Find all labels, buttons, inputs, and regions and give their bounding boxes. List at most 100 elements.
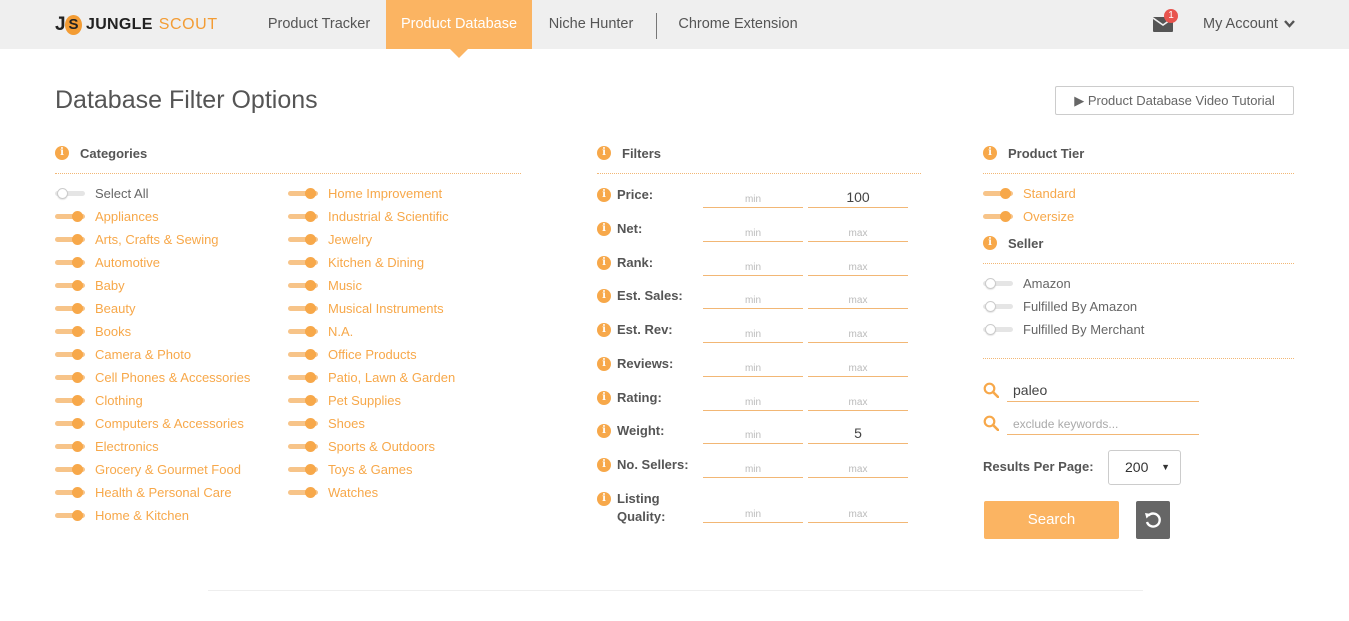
toggle-switch[interactable] [288,303,318,314]
filter-min-input[interactable] [703,389,803,411]
info-icon[interactable]: i [597,458,611,472]
toggle-switch[interactable] [983,278,1013,289]
video-tutorial-button[interactable]: ▶ Product Database Video Tutorial [1055,86,1294,115]
info-icon[interactable]: i [597,222,611,236]
search-button[interactable]: Search [984,501,1119,539]
filter-label: Weight: [617,423,665,438]
results-per-page-select[interactable]: 200 ▼ [1108,450,1181,485]
toggle-label: Sports & Outdoors [328,439,435,454]
info-icon[interactable]: i [983,236,997,250]
toggle-label: Grocery & Gourmet Food [95,462,241,477]
toggle-switch[interactable] [55,280,85,291]
filter-max-input[interactable] [808,220,908,242]
info-icon[interactable]: i [597,391,611,405]
divider [983,358,1294,359]
toggle-switch[interactable] [288,257,318,268]
filter-max-input[interactable] [808,355,908,377]
jungle-scout-logo[interactable]: J S JUNGLE SCOUT [55,14,218,36]
toggle-switch[interactable] [55,303,85,314]
filter-max-input[interactable] [808,287,908,309]
filter-min-input[interactable] [703,355,803,377]
toggle-label: Baby [95,278,125,293]
toggle-switch[interactable] [983,211,1013,222]
toggle-switch[interactable] [55,395,85,406]
filter-min-input[interactable] [703,456,803,478]
toggle-switch[interactable] [55,234,85,245]
nav-niche-hunter[interactable]: Niche Hunter [532,0,650,49]
toggle-switch[interactable] [55,441,85,452]
nav-chrome-extension[interactable]: Chrome Extension [664,0,812,49]
toggle-switch[interactable] [288,326,318,337]
info-icon[interactable]: i [597,256,611,270]
toggle-switch[interactable] [288,464,318,475]
nav-product-database[interactable]: Product Database [386,0,532,58]
toggle-switch[interactable] [288,418,318,429]
notification-badge[interactable]: 1 [1164,9,1178,23]
toggle-switch[interactable] [55,326,85,337]
toggle-switch[interactable] [288,349,318,360]
toggle-switch[interactable] [55,464,85,475]
toggle-switch[interactable] [55,349,85,360]
toggle-switch[interactable] [288,395,318,406]
info-icon[interactable]: i [983,146,997,160]
toggle-switch[interactable] [288,211,318,222]
exclude-keywords-input[interactable] [1007,411,1199,435]
info-icon[interactable]: i [597,357,611,371]
filter-max-input[interactable] [808,501,908,523]
filter-min-input[interactable] [703,501,803,523]
reset-button[interactable] [1136,501,1170,539]
toggle-switch[interactable] [288,234,318,245]
info-icon[interactable]: i [597,146,611,160]
toggle-switch[interactable] [288,280,318,291]
filter-label: Rating: [617,390,662,405]
info-icon[interactable]: i [597,492,611,506]
filter-min-input[interactable] [703,321,803,343]
filters-header: i Filters [597,144,921,174]
filter-min-input[interactable] [703,422,803,444]
filter-min-input[interactable] [703,220,803,242]
info-icon[interactable]: i [55,146,69,160]
filter-label: Rank: [617,255,654,270]
toggle-switch[interactable] [983,188,1013,199]
my-account-menu[interactable]: My Account [1203,0,1295,49]
filter-min-input[interactable] [703,287,803,309]
filter-min-input[interactable] [703,186,803,208]
info-icon[interactable]: i [597,424,611,438]
filter-min-input[interactable] [703,254,803,276]
filter-max-input[interactable] [808,422,908,444]
filter-label: Listing Quality: [617,491,666,524]
toggle-switch[interactable] [55,510,85,521]
filter-max-input[interactable] [808,186,908,208]
toggle-switch[interactable] [288,188,318,199]
toggle-label: Arts, Crafts & Sewing [95,232,219,247]
toggle-label: Industrial & Scientific [328,209,449,224]
toggle-switch[interactable] [55,487,85,498]
filter-max-input[interactable] [808,254,908,276]
info-icon[interactable]: i [597,323,611,337]
toggle-switch[interactable] [55,372,85,383]
logo-word-jungle: JUNGLE [86,16,153,33]
toggle-switch[interactable] [55,257,85,268]
include-keywords-input[interactable] [1007,378,1199,402]
toggle-switch[interactable] [288,372,318,383]
toggle-switch[interactable] [288,441,318,452]
filter-label: No. Sellers: [617,457,689,472]
toggle-label: N.A. [328,324,354,339]
toggle-switch[interactable] [55,418,85,429]
info-icon[interactable]: i [597,188,611,202]
filter-label: Reviews: [617,356,674,371]
toggle-switch[interactable] [55,211,85,222]
toggle-switch[interactable] [983,324,1013,335]
toggle-switch[interactable] [55,188,85,199]
toggle-label: Kitchen & Dining [328,255,425,270]
toggle-label: Beauty [95,301,136,316]
toggle-label: Office Products [328,347,417,362]
toggle-switch[interactable] [983,301,1013,312]
filter-max-input[interactable] [808,456,908,478]
dropdown-arrow-icon: ▼ [1161,462,1170,472]
filter-max-input[interactable] [808,321,908,343]
toggle-switch[interactable] [288,487,318,498]
info-icon[interactable]: i [597,289,611,303]
filter-max-input[interactable] [808,389,908,411]
nav-product-tracker[interactable]: Product Tracker [252,0,386,49]
